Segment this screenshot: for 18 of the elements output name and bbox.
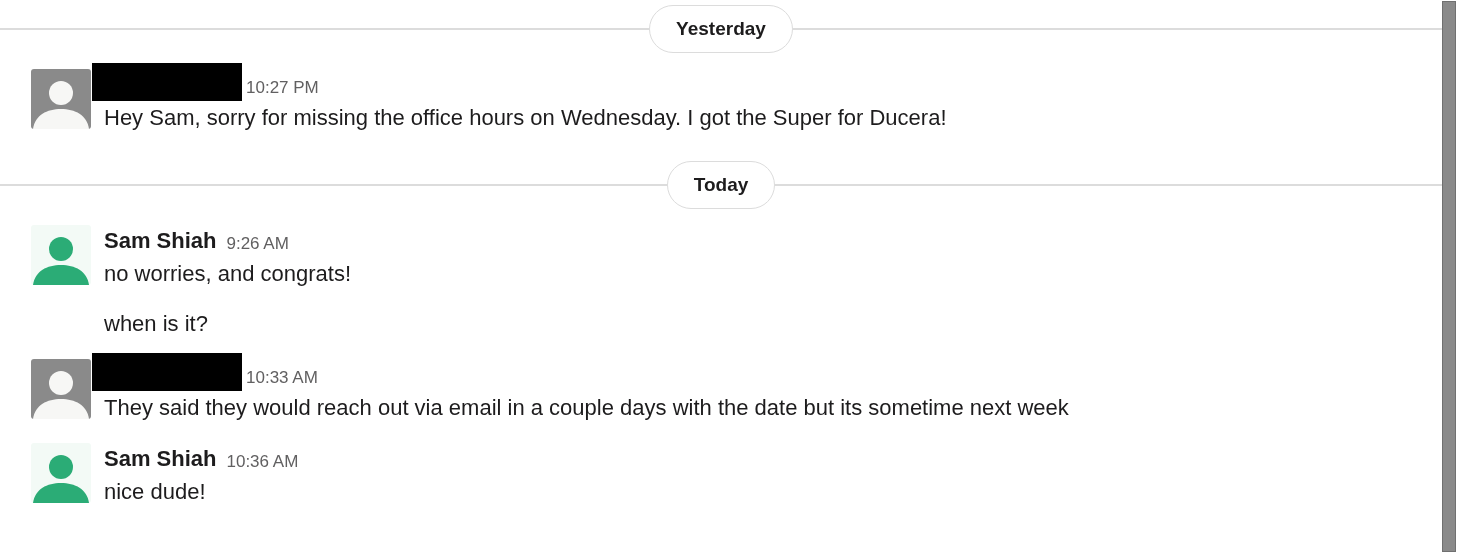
avatar-icon[interactable] (31, 359, 91, 419)
timestamp[interactable]: 10:36 AM (226, 450, 299, 474)
avatar-icon[interactable] (31, 443, 91, 503)
timestamp[interactable]: 9:26 AM (226, 232, 289, 256)
sender-name[interactable]: Sam Shiah (104, 445, 217, 473)
sender-name[interactable]: Sam Shiah (104, 227, 217, 255)
timestamp[interactable]: 10:33 AM (246, 366, 318, 390)
avatar-icon[interactable] (31, 225, 91, 285)
avatar-icon[interactable] (31, 69, 91, 129)
message-text: when is it? (104, 310, 209, 338)
date-divider-pill[interactable]: Today (666, 161, 776, 209)
message-text: They said they would reach out via email in a couple days with the date but its sometime next week (104, 394, 1069, 422)
message-text: nice dude! (104, 478, 207, 506)
date-divider-pill[interactable]: Yesterday (649, 5, 793, 53)
scrollbar-thumb[interactable] (1442, 1, 1456, 552)
timestamp[interactable]: 10:27 PM (246, 76, 319, 100)
message-text: no worries, and congrats! (104, 260, 352, 288)
message-text: Hey Sam, sorry for missing the office hours on Wednesday. I got the Super for Ducera! (104, 104, 947, 132)
